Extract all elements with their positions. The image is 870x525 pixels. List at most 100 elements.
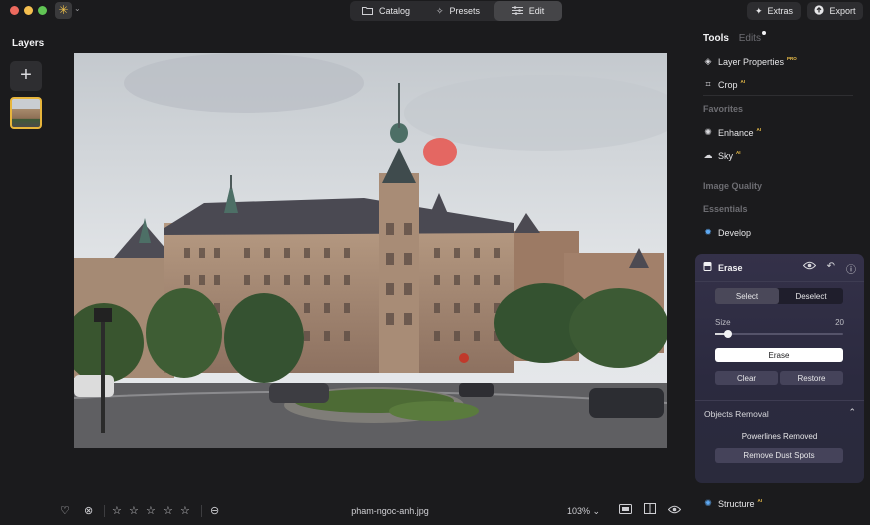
divider [695,281,864,282]
star-icon[interactable]: ☆ [163,503,173,519]
tab-edit-label: Edit [528,6,545,16]
pro-badge: PRO [787,56,797,61]
divider [703,95,853,96]
star-icon[interactable]: ☆ [146,503,156,519]
tool-sky-label: Sky [718,150,734,161]
export-label: Export [829,6,856,16]
separator [104,505,105,517]
info-icon[interactable]: ⓘ [846,261,856,276]
select-button[interactable]: Select [715,288,779,304]
tab-presets-label: Presets [449,6,481,16]
separator [201,505,202,517]
erase-title: Erase [718,262,743,273]
tool-structure-label: Structure [718,498,755,509]
section-favorites[interactable]: Favorites [703,104,743,114]
heart-icon[interactable]: ♡ [60,503,70,519]
erase-panel: Erase ↶ ⓘ Select Deselect Size 20 Erase … [695,254,864,483]
tool-enhance[interactable]: ✺ Enhance AI [703,127,761,138]
select-toggle: Select Deselect [715,288,843,304]
tab-presets[interactable]: ✧ Presets [422,1,494,21]
title-bar: ✳ ⌄ Catalog ✧ Presets Edit ✦ Extras Expo… [0,0,870,22]
restore-button[interactable]: Restore [780,371,843,385]
star-icon[interactable]: ☆ [180,503,190,519]
ai-badge: AI [756,127,762,132]
objects-removal-header[interactable]: Objects Removal [704,409,769,419]
zoom-value: 103% [567,506,591,516]
develop-icon: ✹ [704,227,712,237]
extras-button[interactable]: ✦ Extras [747,2,801,20]
extras-label: Extras [767,6,794,16]
zoom-window-button[interactable] [38,6,47,15]
sparkle-icon: ✦ [754,5,763,16]
structure-icon: ✺ [704,498,712,508]
tool-develop-label: Develop [718,227,752,238]
zoom-dropdown[interactable]: 103% ⌄ [567,506,600,517]
star-icon[interactable]: ☆ [112,503,122,519]
powerlines-removed-status: Powerlines Removed [741,432,818,441]
notification-dot [761,31,766,35]
clear-button[interactable]: Clear [715,371,778,385]
layer-thumbnail[interactable] [10,97,42,129]
enhance-icon: ✺ [704,127,712,137]
ai-badge: AI [740,79,746,84]
layers-title: Layers [12,38,45,49]
tab-edits[interactable]: Edits [738,31,766,44]
ai-badge: AI [757,498,763,503]
clear-rating-icon[interactable]: ⊖ [210,503,219,519]
close-window-button[interactable] [10,6,19,15]
erase-mask [423,138,457,166]
file-name: pham-ngoc-anh.jpg [351,506,429,516]
photo-canvas[interactable] [74,53,667,448]
tab-tools[interactable]: Tools [703,33,729,44]
eraser-icon [703,262,712,273]
ai-badge: AI [736,150,741,155]
sparkle-icon: ✧ [435,5,444,16]
remove-dust-button[interactable]: Remove Dust Spots [715,448,843,463]
tab-edits-label: Edits [738,33,761,44]
photo-image [74,53,667,448]
cloud-icon: ☁ [703,150,713,160]
tool-crop[interactable]: ⌗ Crop AI [703,79,745,90]
right-panel-tabs: Tools Edits [703,31,766,44]
undo-icon[interactable]: ↶ [827,261,835,276]
tab-catalog-label: Catalog [378,6,411,16]
eye-icon[interactable] [802,261,816,276]
divider [695,400,864,401]
crop-icon: ⌗ [705,79,711,89]
tool-sky[interactable]: ☁ Sky AI [703,150,741,161]
size-label: Size [715,318,731,327]
star-icon[interactable]: ☆ [129,503,139,519]
size-slider-handle[interactable] [723,330,732,338]
tool-crop-label: Crop [718,79,738,90]
export-icon [814,5,825,17]
mode-switcher: Catalog ✧ Presets Edit [350,1,562,21]
minimize-window-button[interactable] [24,6,33,15]
tool-structure[interactable]: ✺ Structure AI [703,498,762,509]
erase-header: Erase [703,262,743,273]
chevron-down-icon[interactable]: ⌄ [74,4,81,13]
tab-edit[interactable]: Edit [494,1,562,21]
tab-catalog[interactable]: Catalog [350,1,422,21]
tool-layer-properties-label: Layer Properties [718,56,785,67]
compare-icon[interactable] [644,503,656,519]
size-slider[interactable] [715,330,843,338]
erase-button[interactable]: Erase [715,348,843,362]
eye-icon[interactable] [667,503,682,519]
chevron-up-icon[interactable]: ⌃ [848,407,856,418]
section-essentials[interactable]: Essentials [703,204,748,214]
fit-screen-icon[interactable] [619,503,632,519]
deselect-button[interactable]: Deselect [779,288,843,304]
tool-develop[interactable]: ✹ Develop [703,227,751,238]
section-image-quality[interactable]: Image Quality [703,181,762,191]
reject-icon[interactable]: ⊗ [84,503,93,519]
tool-enhance-label: Enhance [718,127,754,138]
plus-icon: + [20,64,32,86]
size-value: 20 [835,318,844,327]
folder-icon [361,6,373,17]
export-button[interactable]: Export [807,2,863,20]
sun-icon[interactable]: ✳ [55,2,72,19]
layers-icon: ◈ [704,56,712,66]
tool-layer-properties[interactable]: ◈ Layer Properties PRO [703,56,797,67]
sliders-icon [511,5,523,17]
add-layer-button[interactable]: + [10,61,42,91]
